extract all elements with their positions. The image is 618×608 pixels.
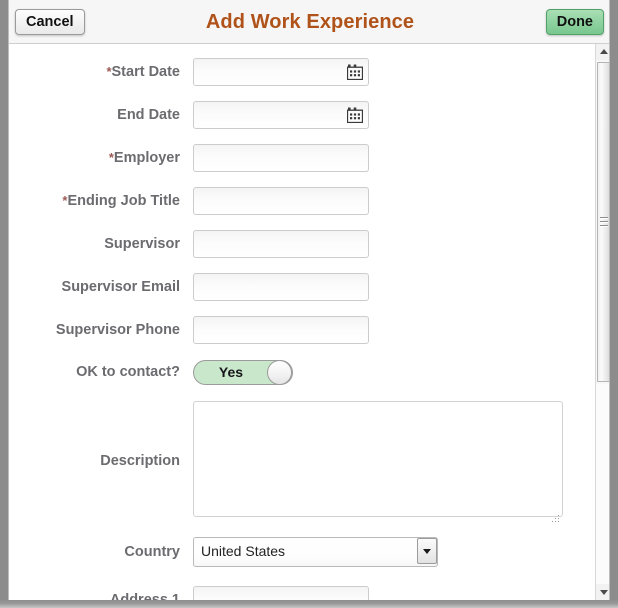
label-text-supervisor-email: Supervisor Email bbox=[61, 279, 180, 295]
control-ending-job-title bbox=[193, 187, 595, 215]
window-frame: Cancel Add Work Experience Done *Start D… bbox=[0, 0, 618, 608]
country-select[interactable]: United States bbox=[193, 537, 438, 567]
field-row-start-date: *Start Date bbox=[9, 58, 595, 86]
label-text-description: Description bbox=[100, 453, 180, 469]
label-text-address-1: Address 1 bbox=[109, 592, 180, 600]
calendar-icon[interactable] bbox=[346, 64, 364, 81]
end-date-input[interactable] bbox=[193, 101, 369, 129]
label-text-ending-job-title: Ending Job Title bbox=[67, 193, 180, 209]
label-ok-to-contact: OK to contact? bbox=[9, 360, 193, 380]
label-supervisor-email: Supervisor Email bbox=[9, 273, 193, 295]
supervisor-email-input[interactable] bbox=[193, 273, 369, 301]
label-text-employer: Employer bbox=[113, 150, 180, 166]
description-wrap bbox=[193, 401, 563, 522]
control-employer bbox=[193, 144, 595, 172]
control-description bbox=[193, 401, 595, 522]
field-row-country: Country United States bbox=[9, 537, 595, 572]
chevron-up-icon bbox=[599, 49, 608, 54]
supervisor-phone-input[interactable] bbox=[193, 316, 369, 344]
description-textarea[interactable] bbox=[193, 401, 563, 517]
scroll-down-button[interactable] bbox=[596, 584, 609, 600]
supervisor-input[interactable] bbox=[193, 230, 369, 258]
date-input-wrap-start-date bbox=[193, 58, 369, 86]
modal-header: Cancel Add Work Experience Done bbox=[9, 0, 609, 44]
page-title: Add Work Experience bbox=[205, 11, 415, 33]
address-1-input[interactable] bbox=[193, 586, 369, 600]
chevron-down-icon bbox=[599, 590, 608, 595]
field-row-supervisor-email: Supervisor Email bbox=[9, 273, 595, 301]
country-select-arrow-button[interactable] bbox=[417, 538, 437, 564]
field-row-employer: *Employer bbox=[9, 144, 595, 172]
scroll-up-button[interactable] bbox=[596, 44, 609, 60]
control-supervisor-phone bbox=[193, 316, 595, 344]
country-select-value: United States bbox=[201, 543, 286, 559]
label-text-country: Country bbox=[124, 544, 180, 560]
control-start-date bbox=[193, 58, 595, 86]
scrollbar-track[interactable] bbox=[596, 384, 609, 584]
ok-to-contact-toggle-label: Yes bbox=[218, 364, 244, 380]
done-button[interactable]: Done bbox=[545, 9, 604, 35]
toggle-knob[interactable] bbox=[267, 360, 292, 385]
field-row-supervisor-phone: Supervisor Phone bbox=[9, 316, 595, 344]
start-date-input[interactable] bbox=[193, 58, 369, 86]
modal-window: Cancel Add Work Experience Done *Start D… bbox=[8, 0, 610, 600]
field-row-supervisor: Supervisor bbox=[9, 230, 595, 258]
grip-lines-icon bbox=[599, 217, 608, 227]
label-text-start-date: Start Date bbox=[111, 64, 181, 80]
ok-to-contact-toggle[interactable]: Yes bbox=[193, 360, 293, 385]
control-address-1 bbox=[193, 586, 595, 600]
control-supervisor-email bbox=[193, 273, 595, 301]
label-text-ok-to-contact: OK to contact? bbox=[76, 364, 180, 380]
label-text-supervisor-phone: Supervisor Phone bbox=[55, 322, 180, 338]
label-supervisor-phone: Supervisor Phone bbox=[9, 316, 193, 338]
chevron-down-icon bbox=[423, 549, 431, 554]
ending-job-title-input[interactable] bbox=[193, 187, 369, 215]
label-ending-job-title: *Ending Job Title bbox=[9, 187, 193, 209]
label-employer: *Employer bbox=[9, 144, 193, 166]
label-address-1: Address 1 bbox=[9, 586, 193, 600]
vertical-scrollbar[interactable] bbox=[595, 44, 609, 600]
form-scroll-area: *Start Date End Date *Employer *Ending J… bbox=[9, 44, 595, 600]
field-row-end-date: End Date bbox=[9, 101, 595, 129]
label-country: Country bbox=[9, 537, 193, 560]
calendar-icon[interactable] bbox=[346, 107, 364, 124]
label-start-date: *Start Date bbox=[9, 58, 193, 80]
control-country: United States bbox=[193, 537, 595, 572]
label-end-date: End Date bbox=[9, 101, 193, 123]
scrollbar-thumb[interactable] bbox=[597, 62, 609, 382]
label-description: Description bbox=[9, 401, 193, 469]
control-ok-to-contact: Yes bbox=[193, 360, 595, 385]
control-end-date bbox=[193, 101, 595, 129]
label-supervisor: Supervisor bbox=[9, 230, 193, 252]
field-row-description: Description bbox=[9, 401, 595, 522]
date-input-wrap-end-date bbox=[193, 101, 369, 129]
field-row-address-1: Address 1 bbox=[9, 586, 595, 600]
employer-input[interactable] bbox=[193, 144, 369, 172]
form-body: *Start Date End Date *Employer *Ending J… bbox=[9, 44, 609, 600]
label-text-supervisor: Supervisor bbox=[104, 236, 180, 252]
field-row-ending-job-title: *Ending Job Title bbox=[9, 187, 595, 215]
field-row-ok-to-contact: OK to contact? Yes bbox=[9, 360, 595, 385]
label-text-end-date: End Date bbox=[117, 107, 180, 123]
window-bottom-shadow bbox=[0, 600, 618, 608]
control-supervisor bbox=[193, 230, 595, 258]
